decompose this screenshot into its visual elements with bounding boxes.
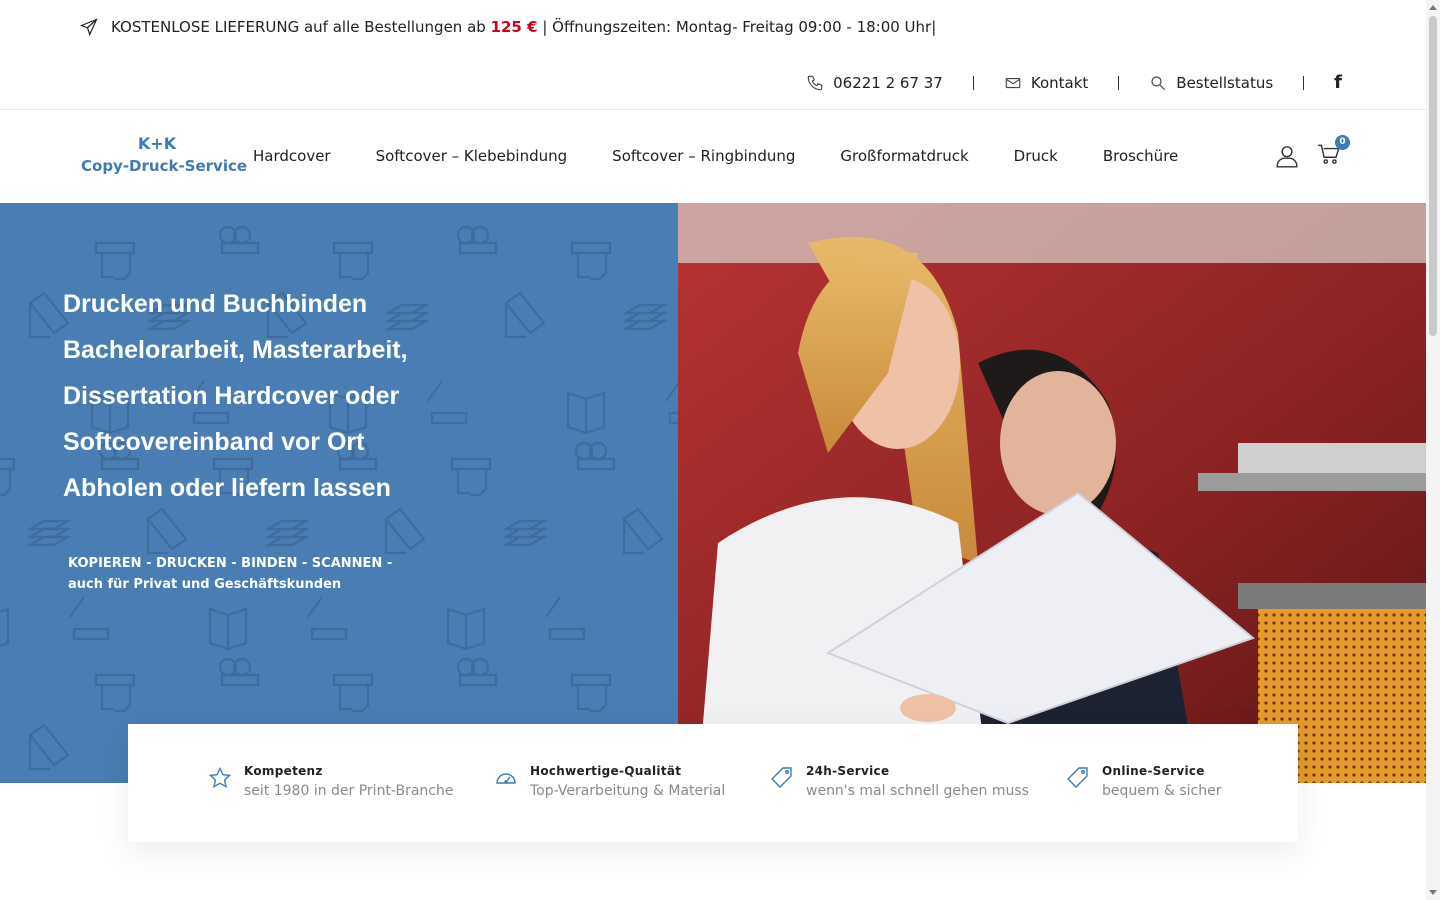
nav-menu: Hardcover Softcover – Klebebindung Softc… xyxy=(253,147,1178,165)
hero-subheading: KOPIEREN - DRUCKEN - BINDEN - SCANNEN - … xyxy=(68,553,392,595)
opening-hours: | Öffnungszeiten: Montag- Freitag 09:00 … xyxy=(542,18,937,36)
page-scrollbar[interactable] xyxy=(1426,0,1440,900)
announcement-price: 125 € xyxy=(490,18,538,36)
facebook-icon[interactable]: f xyxy=(1334,72,1342,93)
feature-online-service: Online-Service bequem & sicher xyxy=(1066,764,1221,799)
divider xyxy=(1303,75,1305,90)
search-icon xyxy=(1151,75,1166,90)
feature-kompetenz: Kompetenz seit 1980 in der Print-Branche xyxy=(208,764,454,799)
announcement: KOSTENLOSE LIEFERUNG auf alle Bestellung… xyxy=(80,18,936,36)
cart-button[interactable]: 0 xyxy=(1316,135,1350,171)
user-icon[interactable] xyxy=(1274,143,1300,169)
divider xyxy=(1118,75,1120,90)
cart-count-badge: 0 xyxy=(1335,135,1350,150)
feature-24h-service: 24h-Service wenn's mal schnell gehen mus… xyxy=(770,764,1029,799)
tag-icon xyxy=(1067,767,1088,788)
scroll-down-icon[interactable] xyxy=(1429,890,1437,895)
nav-item-hardcover[interactable]: Hardcover xyxy=(253,147,331,165)
scrollbar-thumb[interactable] xyxy=(1429,16,1437,336)
feature-text: Top-Verarbeitung & Material xyxy=(530,783,726,799)
order-status-label: Bestellstatus xyxy=(1176,73,1274,92)
nav-item-druck[interactable]: Druck xyxy=(1014,147,1058,165)
hero-heading-line: Bachelorarbeit, Masterarbeit, xyxy=(63,336,408,364)
contact-label: Kontakt xyxy=(1030,73,1089,92)
hero-heading-line: Softcovereinband vor Ort xyxy=(63,428,365,456)
tag-icon xyxy=(771,767,792,788)
speedometer-icon xyxy=(496,773,516,784)
contact-link[interactable]: Kontakt xyxy=(1004,74,1088,92)
nav-item-softcover-ringbindung[interactable]: Softcover – Ringbindung xyxy=(612,147,795,165)
phone-icon xyxy=(807,75,823,90)
utility-links: 06221 2 67 37 Kontakt Bestellstatus f xyxy=(806,72,1342,93)
divider xyxy=(972,75,974,90)
hero-photo xyxy=(678,203,1426,783)
top-bar: KOSTENLOSE LIEFERUNG auf alle Bestellung… xyxy=(0,0,1426,110)
hero-text-panel: Drucken und Buchbinden Bachelorarbeit, M… xyxy=(0,203,678,783)
phone-link[interactable]: 06221 2 67 37 xyxy=(806,74,943,92)
mail-icon xyxy=(1005,77,1021,88)
scroll-up-icon[interactable] xyxy=(1429,5,1437,10)
hero-heading-line: Abholen oder liefern lassen xyxy=(63,474,391,502)
hero-heading-line: Dissertation Hardcover oder xyxy=(63,382,400,410)
features-bar: Kompetenz seit 1980 in der Print-Branche… xyxy=(128,724,1298,842)
nav-item-broschuere[interactable]: Broschüre xyxy=(1103,147,1178,165)
feature-text: seit 1980 in der Print-Branche xyxy=(244,783,454,799)
hero-photo-illustration xyxy=(678,203,1426,783)
nav-actions: 0 xyxy=(1274,135,1350,171)
logo-line-2: Copy-Druck-Service xyxy=(81,157,248,175)
hero-sub-line-2: auch für Privat und Geschäftskunden xyxy=(68,577,342,592)
feature-qualitaet: Hochwertige-Qualität Top-Verarbeitung & … xyxy=(494,764,725,799)
site-logo[interactable]: K+K Copy-Druck-Service xyxy=(81,133,248,177)
paper-plane-icon xyxy=(80,18,98,36)
hero-sub-line-1: KOPIEREN - DRUCKEN - BINDEN - SCANNEN - xyxy=(68,556,393,571)
hero-heading-line: Drucken und Buchbinden xyxy=(63,290,368,318)
feature-text: bequem & sicher xyxy=(1102,783,1222,799)
feature-title: Online-Service xyxy=(1102,764,1205,778)
feature-text: wenn's mal schnell gehen muss xyxy=(806,783,1029,799)
nav-item-grossformatdruck[interactable]: Großformatdruck xyxy=(840,147,968,165)
logo-line-1: K+K xyxy=(137,134,177,153)
order-status-link[interactable]: Bestellstatus xyxy=(1149,74,1273,92)
star-icon xyxy=(208,766,232,788)
announcement-text: KOSTENLOSE LIEFERUNG auf alle Bestellung… xyxy=(111,18,486,36)
hero-heading: Drucken und Buchbinden Bachelorarbeit, M… xyxy=(63,281,483,511)
phone-number: 06221 2 67 37 xyxy=(833,73,943,92)
main-navigation: K+K Copy-Druck-Service Hardcover Softcov… xyxy=(0,111,1426,203)
feature-title: 24h-Service xyxy=(806,764,890,778)
feature-title: Hochwertige-Qualität xyxy=(530,764,682,778)
feature-title: Kompetenz xyxy=(244,764,323,778)
nav-item-softcover-klebebindung[interactable]: Softcover – Klebebindung xyxy=(376,147,568,165)
